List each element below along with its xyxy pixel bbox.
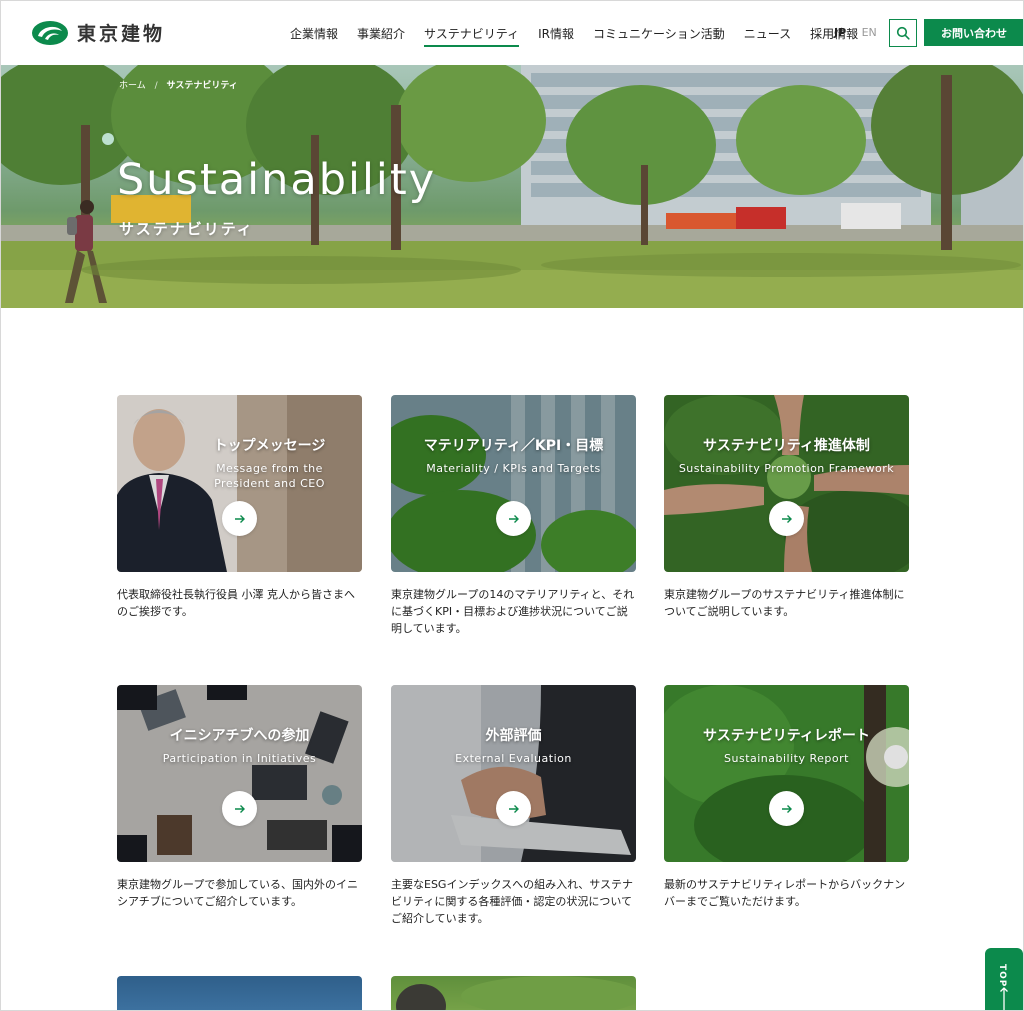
card-image-initiatives[interactable]: イニシアチブへの参加 Participation in Initiatives	[117, 685, 362, 862]
animal-photo	[396, 976, 636, 1010]
breadcrumb-separator: /	[154, 81, 158, 91]
card-arrow-button[interactable]	[769, 791, 804, 826]
card-sustainability-report: サステナビリティレポート Sustainability Report 最新のサス…	[664, 685, 909, 910]
card-description: 代表取締役社長執行役員 小澤 克人から皆さまへのご挨拶です。	[117, 588, 355, 618]
nav-item-sustainability[interactable]: サステナビリティ	[424, 1, 520, 65]
card-top-message: トップメッセージ Message from the President and C…	[117, 395, 362, 620]
hero-banner: ホーム / サステナビリティ Sustainability サステナビリティ	[1, 65, 1023, 308]
card-subtitle-en: External Evaluation	[455, 752, 572, 765]
arrow-up-icon	[1000, 987, 1008, 1010]
card-arrow-button[interactable]	[496, 501, 531, 536]
breadcrumb-current: サステナビリティ	[166, 81, 238, 91]
arrow-right-icon	[508, 514, 519, 523]
card-title: イニシアチブへの参加	[169, 728, 310, 744]
card-arrow-button[interactable]	[222, 791, 257, 826]
nav-item-communication[interactable]: コミュニケーション活動	[593, 1, 725, 65]
nav-item-corporate[interactable]: 企業情報	[290, 1, 338, 65]
lang-jp[interactable]: JP	[834, 26, 846, 39]
card-subtitle-en: Sustainability Report	[724, 752, 849, 765]
card-promotion-framework: サステナビリティ推進体制 Sustainability Promotion Fr…	[664, 395, 909, 620]
page-subtitle: サステナビリティ	[119, 220, 254, 238]
card-image-external-evaluation[interactable]: 外部評価 External Evaluation	[391, 685, 636, 862]
card-external-evaluation: 外部評価 External Evaluation 主要なESGインデックスへの組…	[391, 685, 636, 927]
card-image-partial[interactable]	[391, 976, 636, 1010]
card-description: 最新のサステナビリティレポートからバックナンバーまでご覧いただけます。	[664, 878, 906, 908]
site-header: 東京建物 企業情報 事業紹介 サステナビリティ IR情報 コミュニケーション活動…	[1, 1, 1023, 65]
card-image-materiality[interactable]: マテリアリティ／KPI・目標 Materiality / KPIs and Ta…	[391, 395, 636, 572]
card-title: サステナビリティレポート	[703, 728, 870, 744]
language-switcher: JP / EN	[834, 26, 877, 39]
contact-button[interactable]: お問い合わせ	[924, 19, 1023, 46]
card-arrow-button[interactable]	[496, 791, 531, 826]
back-to-top-label: TOP	[997, 964, 1007, 988]
card-description: 東京建物グループで参加している、国内外のイニシアチブについてご紹介しています。	[117, 878, 359, 908]
card-materiality: マテリアリティ／KPI・目標 Materiality / KPIs and Ta…	[391, 395, 636, 637]
arrow-right-icon	[781, 514, 792, 523]
card-image-partial[interactable]	[117, 976, 362, 1010]
nav-item-ir[interactable]: IR情報	[538, 1, 574, 65]
card-image-promotion-framework[interactable]: サステナビリティ推進体制 Sustainability Promotion Fr…	[664, 395, 909, 572]
arrow-right-icon	[781, 804, 792, 813]
card-image-sustainability-report[interactable]: サステナビリティレポート Sustainability Report	[664, 685, 909, 862]
card-description: 東京建物グループのサステナビリティ推進体制についてご説明しています。	[664, 588, 905, 618]
card-title: サステナビリティ推進体制	[703, 438, 870, 454]
main-nav: 企業情報 事業紹介 サステナビリティ IR情報 コミュニケーション活動 ニュース…	[290, 1, 877, 65]
back-to-top-button[interactable]: TOP	[985, 948, 1023, 1010]
card-arrow-button[interactable]	[769, 501, 804, 536]
card-arrow-button[interactable]	[222, 501, 257, 536]
logo[interactable]: 東京建物	[31, 19, 165, 46]
card-initiatives: イニシアチブへの参加 Participation in Initiatives …	[117, 685, 362, 910]
arrow-right-icon	[234, 514, 245, 523]
page: 東京建物 企業情報 事業紹介 サステナビリティ IR情報 コミュニケーション活動…	[0, 0, 1024, 1011]
card-title: マテリアリティ／KPI・目標	[423, 438, 604, 454]
logo-mark-icon	[32, 20, 68, 45]
arrow-right-icon	[508, 804, 519, 813]
nav-item-business[interactable]: 事業紹介	[357, 1, 405, 65]
card-description: 東京建物グループの14のマテリアリティと、それに基づくKPI・目標および進捗状況…	[391, 588, 635, 635]
logo-text: 東京建物	[77, 23, 166, 45]
lang-en[interactable]: EN	[862, 26, 877, 39]
card-title: 外部評価	[485, 728, 542, 744]
search-button[interactable]	[889, 19, 917, 47]
card-subtitle-en: Materiality / KPIs and Targets	[426, 462, 601, 475]
card-description: 主要なESGインデックスへの組み入れ、サステナビリティに関する各種評価・認定の状…	[391, 878, 634, 925]
card-subtitle-en: Sustainability Promotion Framework	[678, 462, 895, 475]
card-title: トップメッセージ	[213, 438, 326, 454]
search-icon	[896, 26, 910, 40]
card-subtitle-en: Message from the President and CEO	[214, 462, 325, 490]
breadcrumb: ホーム / サステナビリティ	[119, 78, 238, 91]
hero-accent-dot	[102, 133, 114, 145]
card-image-top-message[interactable]: トップメッセージ Message from the President and C…	[117, 395, 362, 572]
breadcrumb-home-link[interactable]: ホーム	[119, 81, 146, 91]
nav-item-news[interactable]: ニュース	[744, 1, 791, 65]
page-title: Sustainability	[117, 155, 437, 205]
card-subtitle-en: Participation in Initiatives	[162, 752, 317, 765]
arrow-right-icon	[234, 804, 245, 813]
lang-separator: /	[852, 26, 856, 39]
